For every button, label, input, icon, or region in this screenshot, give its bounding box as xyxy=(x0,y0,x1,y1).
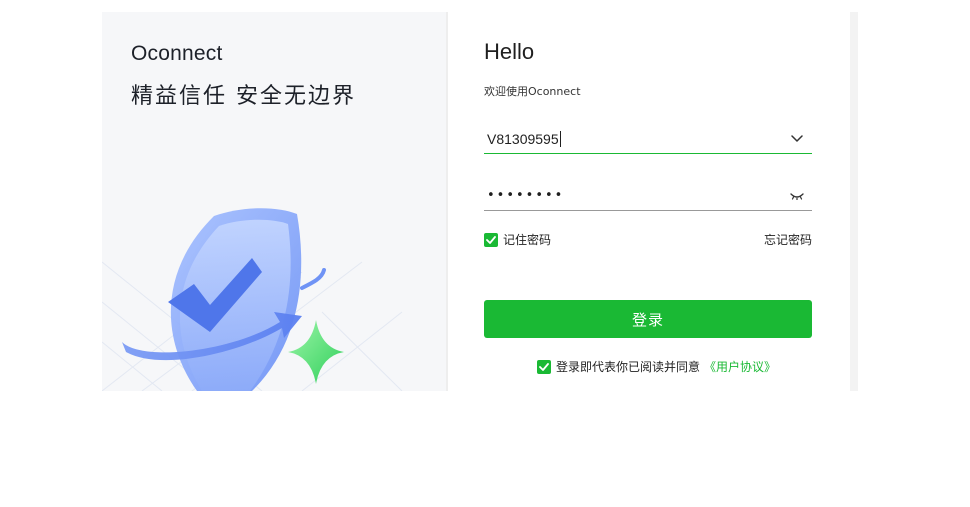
form-title: Hello xyxy=(484,39,535,64)
agreement-row: 登录即代表你已阅读并同意 《用户协议》 xyxy=(537,358,776,375)
login-button[interactable]: 登录 xyxy=(484,300,812,338)
password-input[interactable]: •••••••• xyxy=(484,188,788,203)
chevron-down-icon[interactable] xyxy=(788,130,806,148)
password-field[interactable]: •••••••• xyxy=(484,181,812,211)
remember-password-label: 记住密码 xyxy=(503,233,552,247)
brand-panel: Oconnect 精益信任 安全无边界 xyxy=(102,12,446,391)
panel-edge-shadow xyxy=(850,12,858,391)
agreement-text: 登录即代表你已阅读并同意 xyxy=(556,360,701,374)
agreement-check-icon[interactable] xyxy=(537,359,551,374)
username-input[interactable]: V81309595 xyxy=(484,130,788,147)
sparkle-star-icon xyxy=(288,320,344,384)
login-card: Oconnect 精益信任 安全无边界 Hello 欢迎使用Oconnect V… xyxy=(102,12,858,391)
brand-slogan: 精益信任 安全无边界 xyxy=(131,84,356,109)
check-icon[interactable] xyxy=(484,232,498,247)
username-field[interactable]: V81309595 xyxy=(484,124,812,154)
eye-closed-icon[interactable] xyxy=(788,187,806,205)
form-subtitle: 欢迎使用Oconnect xyxy=(484,85,581,98)
remember-password-checkbox[interactable]: 记住密码 xyxy=(484,231,551,248)
shield-illustration xyxy=(102,208,403,391)
username-value: V81309595 xyxy=(487,130,559,147)
brand-name: Oconnect xyxy=(131,42,223,65)
user-agreement-link[interactable]: 《用户协议》 xyxy=(704,358,776,375)
text-caret xyxy=(559,130,561,147)
forgot-password-link[interactable]: 忘记密码 xyxy=(764,231,812,248)
login-form-panel: Hello 欢迎使用Oconnect V81309595 •••••••• 记住… xyxy=(448,12,858,391)
